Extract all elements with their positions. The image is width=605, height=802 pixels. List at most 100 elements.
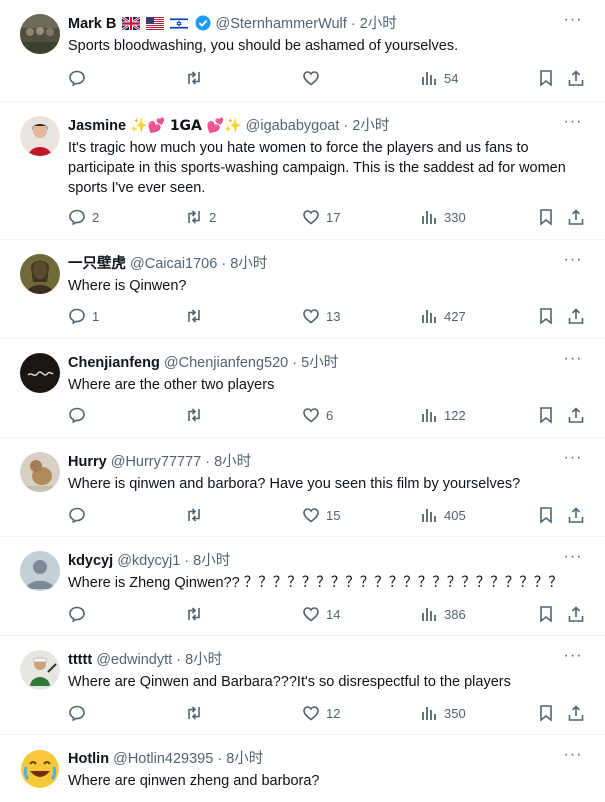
more-options-icon[interactable]: ··· xyxy=(563,450,583,471)
tweet-jasmine[interactable]: Jasmine ✨💕 1GA 💕✨ @igababygoat · 2小时 ···… xyxy=(0,102,605,240)
bookmark-button[interactable] xyxy=(537,306,555,326)
retweet-button[interactable] xyxy=(185,306,209,326)
like-button[interactable] xyxy=(302,68,326,88)
user-handle[interactable]: @Caicai1706 xyxy=(130,256,217,272)
share-button[interactable] xyxy=(567,207,585,227)
display-name[interactable]: Hotlin xyxy=(68,751,109,767)
like-button[interactable]: 13 xyxy=(302,306,340,326)
tweet-caicai[interactable]: 一只壁虎 @Caicai1706 · 8小时 ··· Where is Qinw… xyxy=(0,240,605,339)
bookmark-button[interactable] xyxy=(537,505,555,525)
reply-button[interactable] xyxy=(68,604,92,624)
timestamp[interactable]: 8小时 xyxy=(230,256,267,272)
timestamp[interactable]: 8小时 xyxy=(214,454,251,470)
retweet-button[interactable] xyxy=(185,703,209,723)
views-button[interactable]: 427 xyxy=(420,306,466,326)
heart-icon xyxy=(303,408,319,423)
share-button[interactable] xyxy=(567,68,585,88)
tweet-kdycyj[interactable]: kdycyj @kdycyj1 · 8小时 ··· Where is Zheng… xyxy=(0,537,605,636)
views-button[interactable]: 330 xyxy=(420,207,466,227)
bookmark-button[interactable] xyxy=(537,703,555,723)
user-handle[interactable]: @igababygoat xyxy=(246,118,340,134)
user-handle[interactable]: @Chenjianfeng520 xyxy=(164,355,288,371)
reply-button[interactable] xyxy=(68,405,92,425)
views-button[interactable]: 122 xyxy=(420,405,466,425)
more-options-icon[interactable]: ··· xyxy=(563,252,583,273)
user-handle[interactable]: @Hurry77777 xyxy=(111,454,201,470)
user-handle[interactable]: @edwindytt xyxy=(96,652,172,668)
share-button[interactable] xyxy=(567,703,585,723)
avatar[interactable] xyxy=(20,452,60,492)
avatar[interactable] xyxy=(20,650,60,690)
more-options-icon[interactable]: ··· xyxy=(563,12,583,33)
reply-button[interactable] xyxy=(68,703,92,723)
avatar[interactable] xyxy=(20,116,60,156)
like-count: 17 xyxy=(326,209,341,225)
like-button[interactable]: 14 xyxy=(302,604,340,624)
reply-button[interactable]: 1 xyxy=(68,306,99,326)
user-handle[interactable]: @kdycyj1 xyxy=(117,553,180,569)
bookmark-button[interactable] xyxy=(537,604,555,624)
retweet-button[interactable] xyxy=(185,604,209,624)
tweet-ttttt[interactable]: ttttt @edwindytt · 8小时 ··· Where are Qin… xyxy=(0,636,605,735)
tweet-text: Where is qinwen and barbora? Have you se… xyxy=(68,476,521,492)
views-button[interactable]: 54 xyxy=(420,68,458,88)
display-name[interactable]: Jasmine xyxy=(68,118,126,134)
like-button[interactable]: 12 xyxy=(302,703,340,723)
timestamp[interactable]: 8小时 xyxy=(185,652,222,668)
reply-button[interactable] xyxy=(68,505,92,525)
timestamp[interactable]: 5小时 xyxy=(301,355,338,371)
bookmark-button[interactable] xyxy=(537,207,555,227)
share-button[interactable] xyxy=(567,405,585,425)
timestamp[interactable]: 8小时 xyxy=(193,553,230,569)
share-button[interactable] xyxy=(567,306,585,326)
timestamp[interactable]: 2小时 xyxy=(360,16,397,32)
retweet-button[interactable] xyxy=(185,405,209,425)
action-bar: 12 350 xyxy=(68,703,585,723)
display-name[interactable]: Chenjianfeng xyxy=(68,355,160,371)
tweet-hurry[interactable]: Hurry @Hurry77777 · 8小时 ··· Where is qin… xyxy=(0,438,605,537)
more-options-icon[interactable]: ··· xyxy=(563,747,583,768)
views-button[interactable]: 386 xyxy=(420,604,466,624)
share-button[interactable] xyxy=(567,604,585,624)
reply-button[interactable] xyxy=(68,68,92,88)
retweet-button[interactable]: 2 xyxy=(185,207,216,227)
retweet-button[interactable] xyxy=(185,68,209,88)
tweet-chenjianfeng[interactable]: Chenjianfeng @Chenjianfeng520 · 5小时 ··· … xyxy=(0,339,605,438)
views-button[interactable]: 350 xyxy=(420,703,466,723)
timestamp[interactable]: 8小时 xyxy=(226,751,263,767)
reply-button[interactable]: 2 xyxy=(68,207,99,227)
more-options-icon[interactable]: ··· xyxy=(563,648,583,669)
display-name[interactable]: ttttt xyxy=(68,652,92,668)
display-name[interactable]: Mark B xyxy=(68,16,116,32)
avatar[interactable] xyxy=(20,14,60,54)
timestamp[interactable]: 2小时 xyxy=(352,118,389,134)
avatar[interactable] xyxy=(20,254,60,294)
bookmark-button[interactable] xyxy=(537,68,555,88)
retweet-button[interactable] xyxy=(185,505,209,525)
reply-icon xyxy=(69,606,85,623)
tweet-mark-b[interactable]: Mark B @SternhammerWulf · 2小时 ··· Sports… xyxy=(0,0,605,102)
heart-icon xyxy=(303,508,319,523)
avatar[interactable] xyxy=(20,749,60,789)
share-button[interactable] xyxy=(567,505,585,525)
avatar[interactable] xyxy=(20,353,60,393)
views-button[interactable]: 405 xyxy=(420,505,466,525)
separator-dot: · xyxy=(217,751,223,767)
display-name[interactable]: kdycyj xyxy=(68,553,113,569)
like-button[interactable]: 17 xyxy=(302,207,340,227)
more-options-icon[interactable]: ··· xyxy=(563,351,583,372)
more-options-icon[interactable]: ··· xyxy=(563,549,583,570)
bookmark-button[interactable] xyxy=(537,405,555,425)
tweet-hotlin[interactable]: Hotlin @Hotlin429395 · 8小时 ··· Where are… xyxy=(0,735,605,802)
like-button[interactable]: 6 xyxy=(302,405,333,425)
views-chart-icon xyxy=(422,72,436,85)
display-name[interactable]: 一只壁虎 xyxy=(68,256,126,272)
avatar[interactable] xyxy=(20,551,60,591)
display-name[interactable]: Hurry xyxy=(68,454,107,470)
more-options-icon[interactable]: ··· xyxy=(563,114,583,135)
user-handle[interactable]: @Hotlin429395 xyxy=(113,751,213,767)
like-button[interactable]: 15 xyxy=(302,505,340,525)
user-handle[interactable]: @SternhammerWulf xyxy=(216,16,347,32)
like-count: 13 xyxy=(326,308,341,324)
bookmark-icon xyxy=(540,209,552,226)
